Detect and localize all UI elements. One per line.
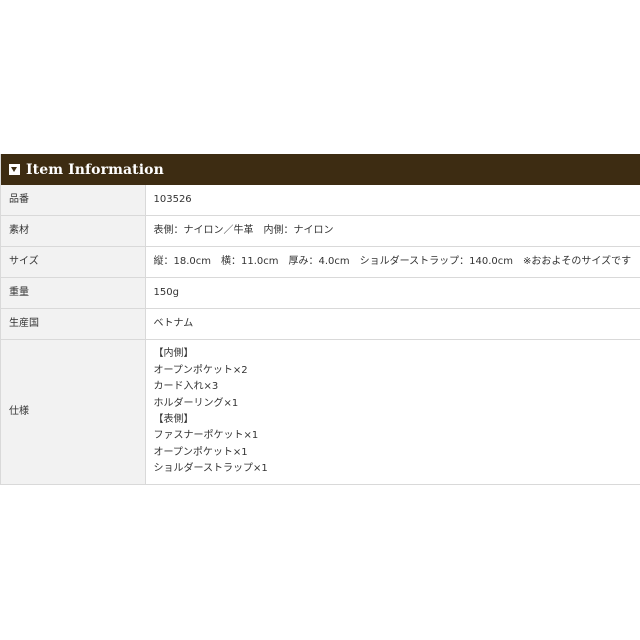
item-information-title: Item Information	[26, 161, 164, 178]
spec-line: ホルダーリング×1	[153, 397, 239, 409]
spec-line: ショルダーストラップ×1	[153, 463, 268, 475]
row-label: 生産国	[1, 308, 146, 340]
row-label: 重量	[1, 277, 146, 309]
caret-down-icon[interactable]	[9, 164, 20, 175]
item-information-table: 品番 103526 素材 表側：ナイロン／牛革 内側：ナイロン サイズ 縦：18…	[1, 185, 640, 485]
row-label: 仕様	[1, 339, 146, 485]
spec-line: ファスナーポケット×1	[153, 430, 259, 442]
table-row-product-number: 品番 103526	[1, 185, 640, 216]
row-value: 【内側】 オープンポケット×2 カード入れ×3 ホルダーリング×1 【表側】 フ…	[145, 339, 640, 485]
row-label: 品番	[1, 185, 146, 216]
spec-line: 【表側】	[153, 414, 194, 425]
row-value: 103526	[145, 185, 640, 216]
spec-line: オープンポケット×1	[153, 446, 248, 458]
table-row-specification: 仕様 【内側】 オープンポケット×2 カード入れ×3 ホルダーリング×1 【表側…	[1, 339, 640, 485]
spec-line: カード入れ×3	[153, 381, 219, 393]
row-label: 素材	[1, 215, 146, 247]
table-row-country: 生産国 ベトナム	[1, 308, 640, 340]
row-value: 表側：ナイロン／牛革 内側：ナイロン	[145, 215, 640, 247]
table-row-weight: 重量 150g	[1, 277, 640, 309]
item-information-panel: Item Information 品番 103526 素材 表側：ナイロン／牛革…	[0, 154, 640, 485]
spec-line: 【内側】	[153, 348, 194, 360]
table-row-size: サイズ 縦：18.0cm 横：11.0cm 厚み：4.0cm ショルダーストラッ…	[1, 246, 640, 278]
table-row-material: 素材 表側：ナイロン／牛革 内側：ナイロン	[1, 215, 640, 247]
spec-lines: 【内側】 オープンポケット×2 カード入れ×3 ホルダーリング×1 【表側】 フ…	[154, 346, 634, 477]
spec-line: オープンポケット×2	[153, 364, 248, 376]
item-information-header[interactable]: Item Information	[1, 154, 640, 185]
row-label: サイズ	[1, 246, 146, 278]
row-value: 150g	[145, 277, 640, 309]
row-value: ベトナム	[145, 308, 640, 340]
row-value: 縦：18.0cm 横：11.0cm 厚み：4.0cm ショルダーストラップ：14…	[145, 246, 640, 278]
